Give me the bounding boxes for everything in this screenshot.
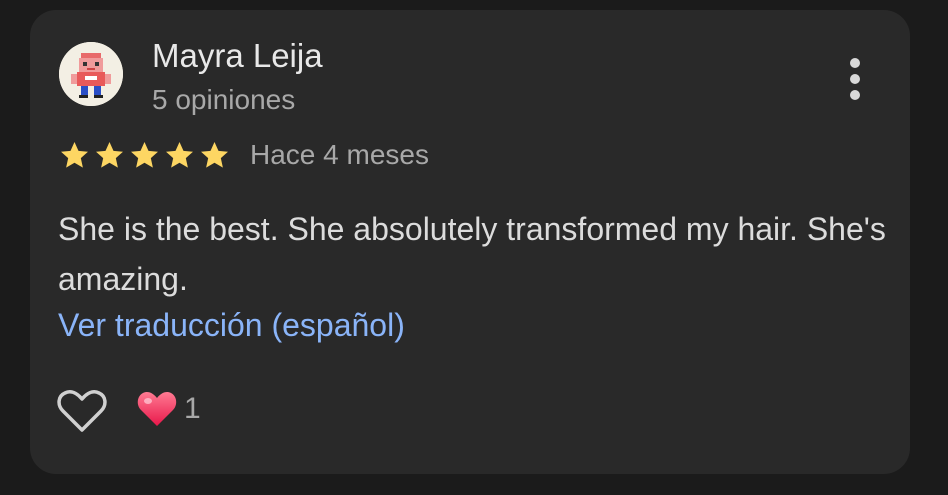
star-rating (58, 139, 231, 173)
star-icon (198, 139, 231, 173)
heart-emoji-icon (137, 392, 177, 426)
more-vert-icon-dot (850, 58, 860, 68)
star-icon (128, 139, 161, 173)
star-icon (93, 139, 126, 173)
like-button[interactable] (57, 388, 107, 434)
reaction-summary[interactable]: 1 (136, 389, 201, 429)
reaction-count: 1 (184, 392, 201, 425)
author-name[interactable]: Mayra Leija (152, 37, 323, 75)
more-options-button[interactable] (842, 54, 868, 104)
review-timestamp: Hace 4 meses (250, 139, 429, 170)
more-vert-icon-dot (850, 74, 860, 84)
translate-link[interactable]: Ver traducción (español) (58, 307, 405, 344)
author-review-count: 5 opiniones (152, 84, 296, 115)
avatar[interactable] (59, 42, 123, 106)
pixel-art-avatar-icon (59, 42, 123, 106)
more-vert-icon-dot (850, 90, 860, 100)
review-card: Mayra Leija 5 opiniones Hace 4 meses She… (30, 10, 910, 474)
star-icon (163, 139, 196, 173)
heart-outline-icon (57, 390, 107, 432)
review-text: She is the best. She absolutely transfor… (58, 211, 886, 297)
star-icon (58, 139, 91, 173)
